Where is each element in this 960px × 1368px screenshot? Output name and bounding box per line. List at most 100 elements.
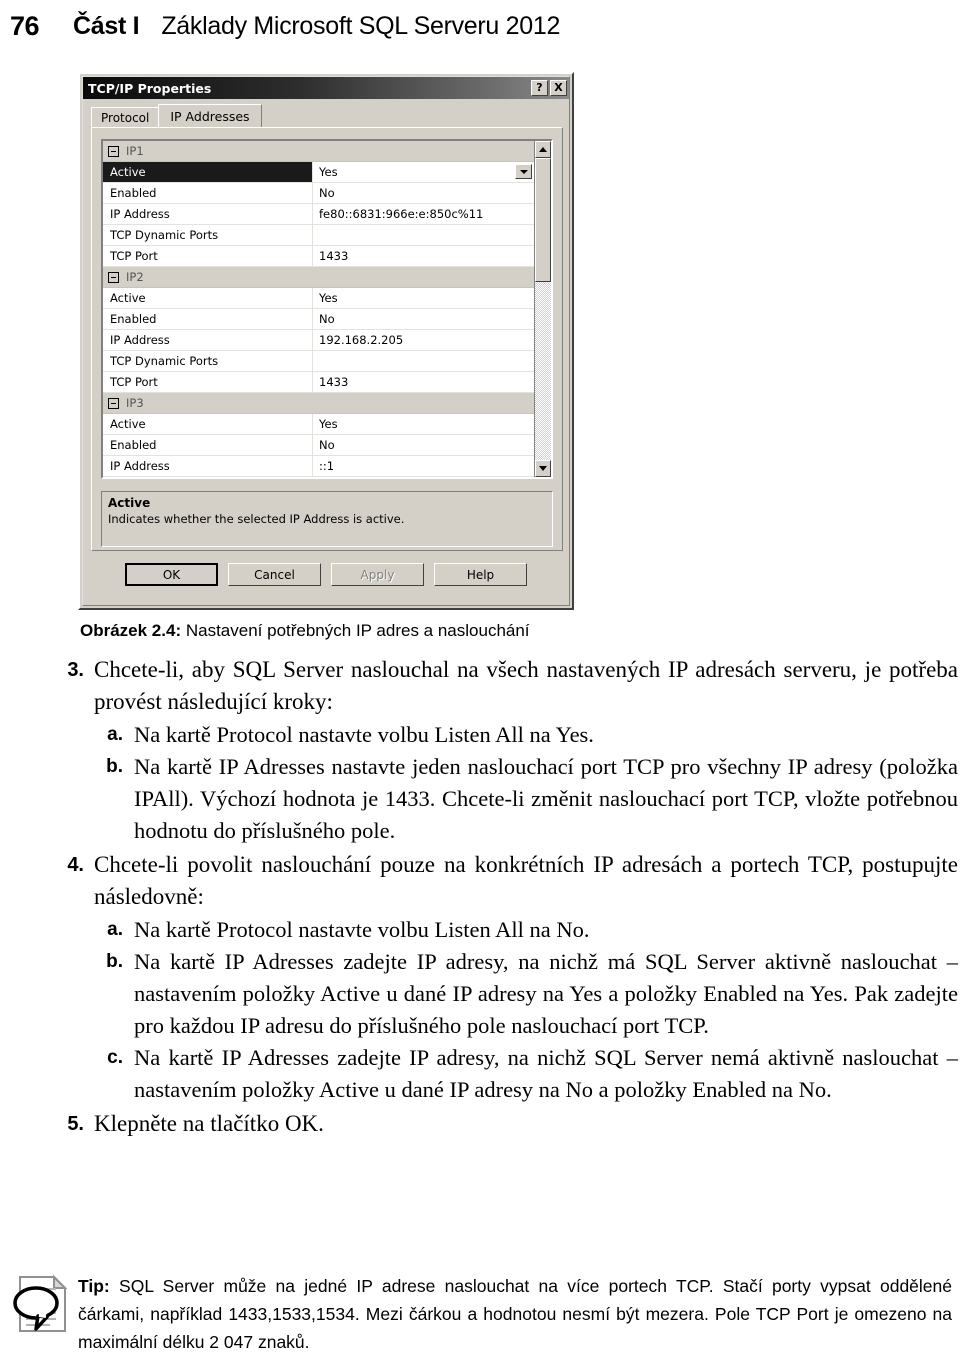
- tip-text: Tip: SQL Server může na jedné IP adrese …: [78, 1272, 952, 1356]
- substep-text: Na kartě IP Adresses nastavte jeden nasl…: [134, 754, 958, 843]
- property-row[interactable]: Active Yes: [103, 288, 534, 309]
- property-row[interactable]: Enabled No: [103, 183, 534, 204]
- tcpip-properties-dialog: TCP/IP Properties ? X Protocol IP Addres…: [78, 72, 574, 610]
- property-value[interactable]: fe80::6831:966e:e:850c%11: [313, 204, 534, 224]
- property-row[interactable]: Enabled No: [103, 435, 534, 456]
- ok-button[interactable]: OK: [125, 563, 218, 586]
- property-value[interactable]: 1433: [313, 246, 534, 266]
- property-group-label: IP3: [126, 396, 144, 410]
- property-value[interactable]: Yes: [313, 288, 534, 308]
- collapse-icon[interactable]: [108, 145, 119, 157]
- property-name: Enabled: [103, 309, 313, 329]
- property-row[interactable]: TCP Dynamic Ports: [103, 225, 534, 246]
- property-value[interactable]: Yes: [313, 414, 534, 434]
- scrollbar-track[interactable]: [535, 158, 551, 460]
- property-row[interactable]: Enabled No: [103, 309, 534, 330]
- property-value[interactable]: No: [313, 183, 534, 203]
- page-header: 76 Část I Základy Microsoft SQL Serveru …: [0, 0, 960, 52]
- property-value-text: No: [319, 312, 335, 326]
- property-value-text: fe80::6831:966e:e:850c%11: [319, 207, 484, 221]
- help-button[interactable]: Help: [434, 563, 527, 586]
- substep-list: a. Na kartě Protocol nastavte volbu Liste…: [94, 914, 958, 1106]
- scroll-up-icon[interactable]: [535, 141, 551, 158]
- substep-body: Na kartě Protocol nastavte volbu Listen …: [134, 914, 958, 946]
- book-title: Základy Microsoft SQL Serveru 2012: [161, 11, 561, 40]
- property-name: IP Address: [103, 330, 313, 350]
- property-row[interactable]: IP Address::1: [103, 456, 534, 477]
- collapse-icon[interactable]: [108, 397, 119, 409]
- tab-ip-addresses[interactable]: IP Addresses: [158, 104, 262, 127]
- cancel-button[interactable]: Cancel: [228, 563, 321, 586]
- substep-item: b. Na kartě IP Adresses nastavte jeden na…: [94, 751, 958, 847]
- substep-body: Na kartě IP Adresses zadejte IP adresy, …: [134, 946, 958, 1042]
- property-row[interactable]: TCP Port 1433: [103, 372, 534, 393]
- substep-body: Na kartě IP Adresses nastavte jeden nasl…: [134, 751, 958, 847]
- property-name: TCP Port: [103, 246, 313, 266]
- tip-callout: Tip: SQL Server může na jedné IP adrese …: [12, 1272, 952, 1356]
- ip-property-grid: IP1 Active Yes Enabled No IP Address fe80::683…: [101, 139, 553, 479]
- property-value[interactable]: 1433: [313, 372, 534, 392]
- property-value-text: ::1: [319, 459, 335, 473]
- step-item: 5. Klepněte na tlačítko OK.: [58, 1108, 958, 1140]
- substep-marker: c.: [107, 1047, 123, 1068]
- substep-text: Na kartě Protocol nastavte volbu Listen …: [134, 722, 594, 747]
- property-grid-rows[interactable]: IP1 Active Yes Enabled No IP Address fe80::683…: [103, 141, 534, 477]
- substep-text: Na kartě Protocol nastavte volbu Listen …: [134, 917, 590, 942]
- property-name: TCP Port: [103, 372, 313, 392]
- property-value-text: 192.168.2.205: [319, 333, 404, 347]
- step-item: 4. Chcete-li povolit naslouchání pouze na…: [58, 849, 958, 1106]
- property-name: Active: [103, 162, 313, 182]
- property-row[interactable]: TCP Port 1433: [103, 246, 534, 267]
- step-body: Klepněte na tlačítko OK.: [94, 1108, 958, 1140]
- property-value-text: Yes: [319, 291, 338, 305]
- collapse-icon[interactable]: [108, 271, 119, 283]
- substep-marker: b.: [106, 756, 123, 777]
- part-label: Část I: [73, 11, 140, 40]
- property-value[interactable]: No: [313, 309, 534, 329]
- property-row[interactable]: Active Yes: [103, 414, 534, 435]
- substep-item: a. Na kartě Protocol nastavte volbu Liste…: [94, 914, 958, 946]
- property-value[interactable]: No: [313, 435, 534, 455]
- property-name: IP Address: [103, 204, 313, 224]
- substep-text: Na kartě IP Adresses zadejte IP adresy, …: [134, 949, 958, 1038]
- figure-caption-text: Nastavení potřebných IP adres a naslouch…: [185, 621, 530, 640]
- property-value[interactable]: [313, 351, 534, 371]
- step-text: Klepněte na tlačítko OK.: [94, 1111, 324, 1136]
- figure-caption: Obrázek 2.4: Nastavení potřebných IP adr…: [80, 620, 880, 642]
- property-name: Active: [103, 414, 313, 434]
- property-group-ip3[interactable]: IP3: [103, 393, 534, 414]
- tip-icon: [12, 1274, 70, 1336]
- property-value-text: 1433: [319, 375, 349, 389]
- property-row[interactable]: IP Address 192.168.2.205: [103, 330, 534, 351]
- property-value[interactable]: 192.168.2.205: [313, 330, 534, 350]
- dialog-title: TCP/IP Properties: [88, 80, 212, 96]
- figure-label: Obrázek 2.4:: [80, 621, 182, 640]
- property-group-ip2[interactable]: IP2: [103, 267, 534, 288]
- chevron-down-icon[interactable]: [515, 164, 532, 179]
- scrollbar-thumb[interactable]: [535, 158, 551, 282]
- description-text: Indicates whether the selected IP Addres…: [108, 512, 405, 526]
- substep-marker: a.: [107, 724, 123, 745]
- property-value[interactable]: [313, 225, 534, 245]
- property-group-ip1[interactable]: IP1: [103, 141, 534, 162]
- property-value[interactable]: Yes: [313, 162, 534, 182]
- step-body: Chcete-li povolit naslouchání pouze na k…: [94, 849, 958, 1106]
- step-text: Chcete-li, aby SQL Server naslouchal na …: [94, 657, 958, 714]
- property-row[interactable]: Active Yes: [103, 162, 534, 183]
- property-row[interactable]: IP Address fe80::6831:966e:e:850c%11: [103, 204, 534, 225]
- scroll-down-icon[interactable]: [535, 460, 551, 477]
- property-row[interactable]: TCP Dynamic Ports: [103, 351, 534, 372]
- substep-body: Na kartě Protocol nastavte volbu Listen …: [134, 719, 958, 751]
- property-value-text: Yes: [319, 165, 338, 179]
- step-marker: 3.: [67, 659, 84, 681]
- tip-label: Tip:: [78, 1276, 110, 1296]
- grid-vertical-scrollbar[interactable]: [534, 141, 551, 477]
- substep-item: c. Na kartě IP Adresses zadejte IP adresy…: [94, 1042, 958, 1106]
- property-group-label: IP2: [126, 270, 144, 284]
- property-name: IP Address: [103, 456, 313, 476]
- close-icon[interactable]: X: [550, 80, 567, 96]
- property-name: TCP Dynamic Ports: [103, 351, 313, 371]
- help-icon[interactable]: ?: [531, 80, 548, 96]
- property-value[interactable]: ::1: [313, 456, 534, 476]
- tab-protocol[interactable]: Protocol: [91, 107, 160, 127]
